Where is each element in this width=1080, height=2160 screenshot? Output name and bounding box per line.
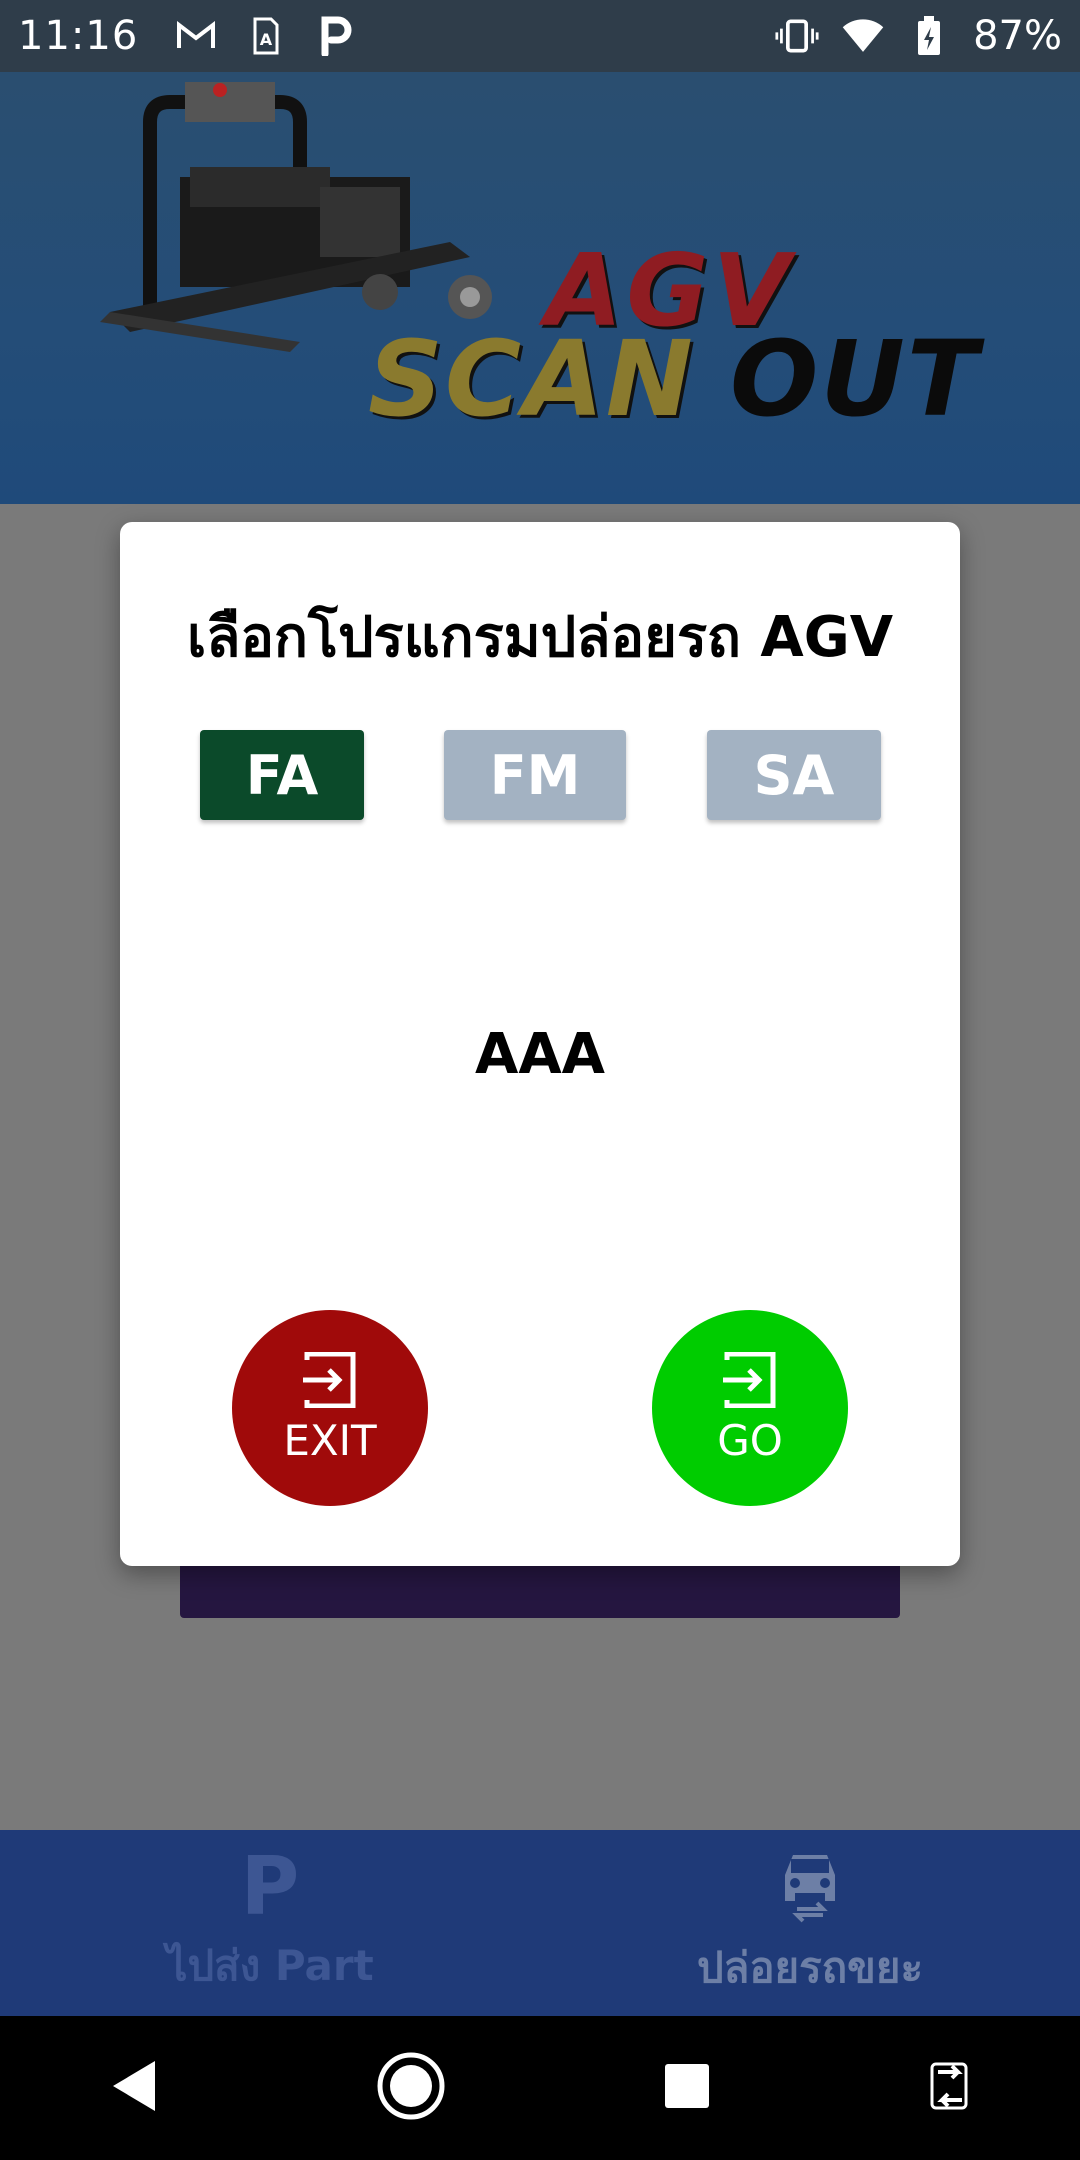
- sim-icon: A: [244, 14, 288, 58]
- svg-text:A: A: [260, 30, 273, 49]
- app-banner: AGV SCAN OUT: [0, 72, 1080, 504]
- recents-icon[interactable]: [663, 2062, 711, 2114]
- nav-item-send-part[interactable]: P ไปส่ง Part: [0, 1830, 540, 2016]
- rotate-icon[interactable]: [928, 2058, 972, 2118]
- status-bar: 11:16 A 87%: [0, 0, 1080, 72]
- selected-program-value: AAA: [474, 1022, 606, 1087]
- parking-app-icon: [314, 14, 358, 58]
- nav-label-send-part: ไปส่ง Part: [166, 1941, 374, 1990]
- back-icon[interactable]: [109, 2059, 159, 2117]
- battery-percentage: 87%: [973, 13, 1062, 59]
- notification-icons: A: [174, 14, 358, 58]
- vibrate-icon: [775, 14, 819, 58]
- bottom-navigation: P ไปส่ง Part ปล่อยรถขยะ: [0, 1830, 1080, 2016]
- login-arrow-icon: [721, 1351, 779, 1412]
- go-label: GO: [717, 1415, 783, 1465]
- login-arrow-icon: [301, 1351, 359, 1412]
- banner-title-scan: SCAN: [368, 318, 695, 440]
- parking-icon: P: [240, 1840, 300, 1933]
- program-select-dialog: เลือกโปรแกรมปล่อยรถ AGV FA FM SA AAA EXI…: [120, 522, 960, 1566]
- exit-button[interactable]: EXIT: [232, 1310, 428, 1506]
- banner-title-out: OUT: [730, 318, 980, 440]
- wifi-icon: [841, 14, 885, 58]
- nav-label-release-car: ปล่อยรถขยะ: [696, 1943, 924, 1992]
- program-fa-button[interactable]: FA: [200, 730, 364, 820]
- car-swap-icon: [775, 1845, 845, 1929]
- gmail-icon: [174, 14, 218, 58]
- exit-label: EXIT: [283, 1415, 377, 1465]
- status-time: 11:16: [18, 13, 139, 59]
- battery-charging-icon: [907, 14, 951, 58]
- home-icon[interactable]: [376, 2051, 446, 2125]
- program-fm-button[interactable]: FM: [444, 730, 626, 820]
- program-sa-button[interactable]: SA: [707, 730, 881, 820]
- system-nav-bar: [0, 2016, 1080, 2160]
- nav-item-release-car[interactable]: ปล่อยรถขยะ: [540, 1830, 1080, 2016]
- dialog-title: เลือกโปรแกรมปล่อยรถ AGV: [186, 605, 894, 670]
- go-button[interactable]: GO: [652, 1310, 848, 1506]
